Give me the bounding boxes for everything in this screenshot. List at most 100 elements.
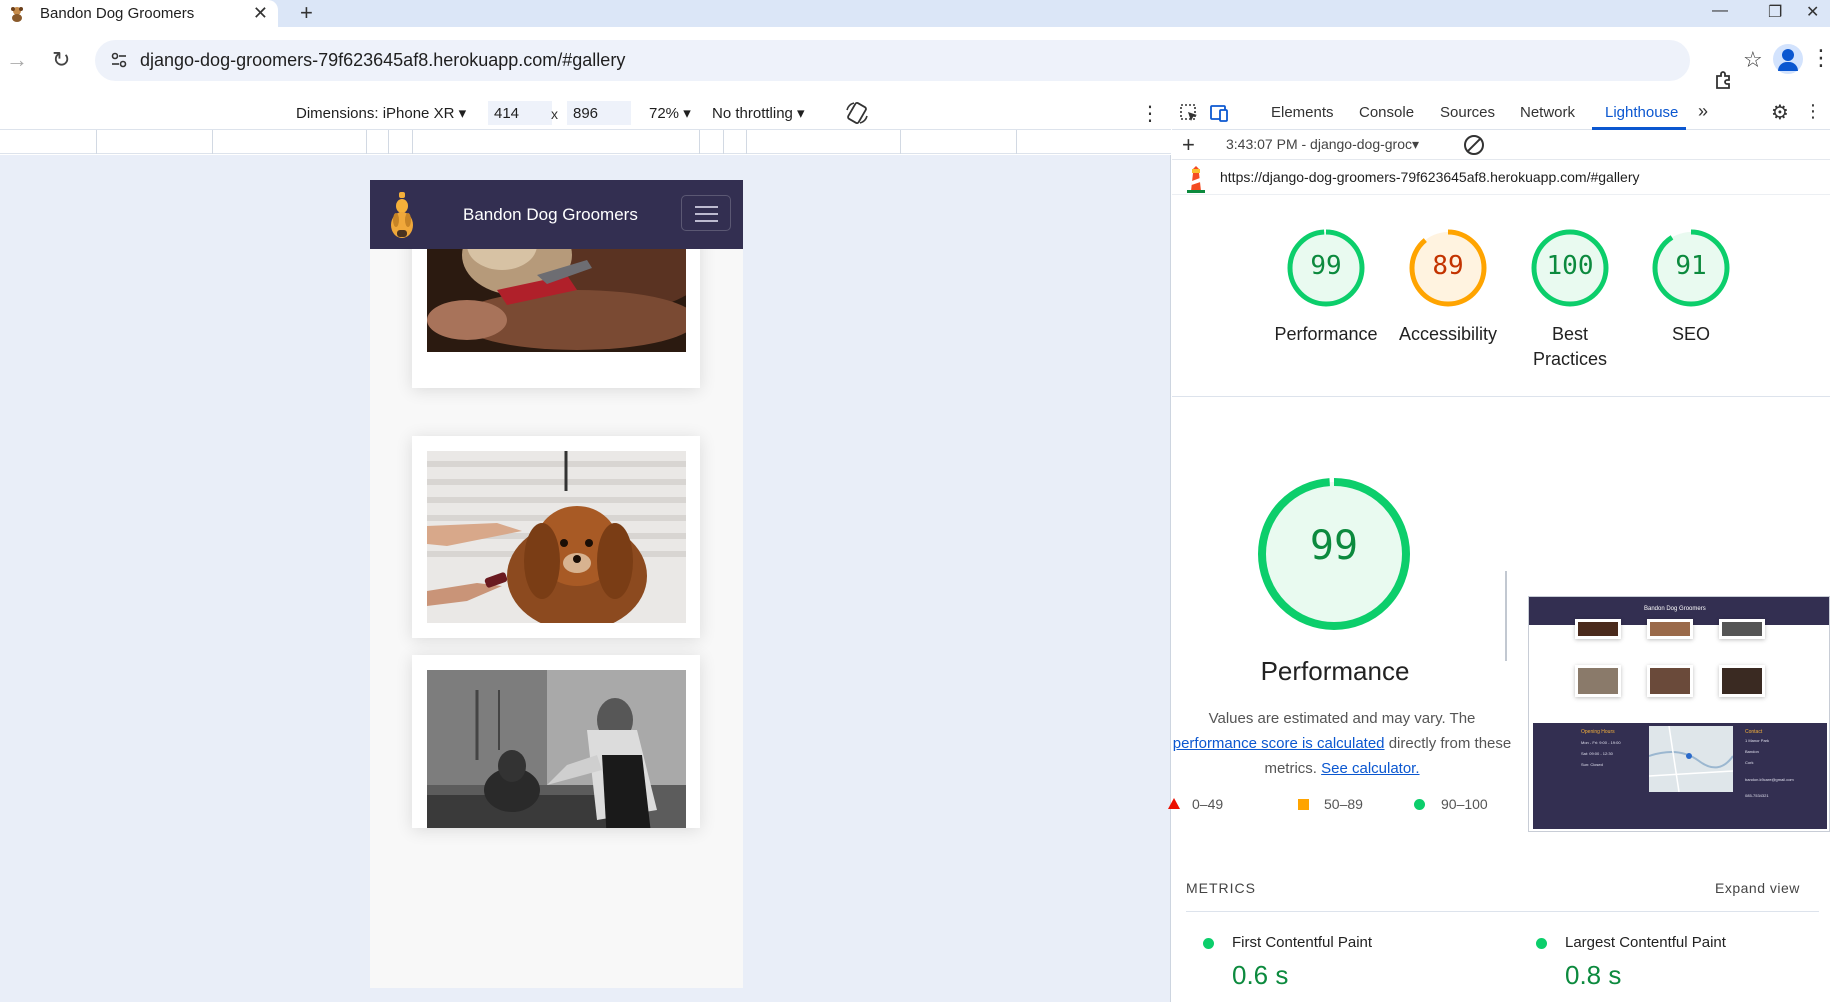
address-bar[interactable]: django-dog-groomers-79f623645af8.herokua… <box>95 40 1763 81</box>
throttling-select-label: No throttling <box>712 105 793 122</box>
device-viewport: Bandon Dog Groomers <box>0 155 1171 1002</box>
legend-fail-label: 0–49 <box>1192 796 1224 812</box>
reload-icon[interactable]: ↻ <box>52 47 70 73</box>
pass-circle-icon <box>1414 799 1425 810</box>
tab-elements[interactable]: Elements <box>1271 104 1334 121</box>
forward-icon[interactable]: → <box>6 47 28 73</box>
tab-console[interactable]: Console <box>1359 104 1414 121</box>
tab-strip: Bandon Dog Groomers ✕ + — ❐ ✕ <box>0 0 1830 27</box>
metric-pass-icon <box>1536 938 1547 949</box>
score-gauge-performance[interactable]: 99 Performance <box>1274 226 1378 344</box>
dog-logo-icon[interactable] <box>388 190 416 240</box>
throttling-select[interactable]: No throttling ▾ <box>712 104 805 122</box>
thumbnail-footer: Opening Hours Mon - Fri: 9:00 - 19:00 Sa… <box>1533 723 1827 829</box>
thumbnail-contact-heading: Contact <box>1745 729 1763 735</box>
description-text: Values are estimated and may vary. The <box>1208 710 1476 727</box>
media-query-ruler <box>0 130 1171 154</box>
report-select[interactable]: 3:43:07 PM - django-dog-groc▾ <box>1226 136 1419 153</box>
legend-average-label: 50–89 <box>1324 796 1363 812</box>
legend-pass-label: 90–100 <box>1441 796 1488 812</box>
expand-view-toggle[interactable]: Expand view <box>1715 880 1800 896</box>
restore-icon[interactable]: ❐ <box>1768 2 1782 22</box>
lighthouse-toolbar: + 3:43:07 PM - django-dog-groc▾ <box>1172 130 1830 160</box>
gallery-card <box>412 655 700 828</box>
thumbnail-text: bandon.k9care@gmail.com <box>1745 777 1794 782</box>
performance-description: Values are estimated and may vary. The p… <box>1172 706 1512 781</box>
gauge-score: 100 <box>1546 251 1594 281</box>
clear-reports-icon[interactable] <box>1464 135 1484 155</box>
minimize-icon[interactable]: — <box>1712 2 1728 20</box>
section-divider <box>1172 396 1830 397</box>
new-report-icon[interactable]: + <box>1182 132 1195 158</box>
metric-lcp-label: Largest Contentful Paint <box>1565 934 1726 951</box>
device-more-icon[interactable]: ⋮ <box>1140 101 1160 126</box>
site-info-icon[interactable] <box>109 50 129 70</box>
gauge-label: SEO <box>1671 324 1710 344</box>
gauge-label: Performance <box>1274 324 1378 344</box>
close-window-icon[interactable]: ✕ <box>1806 2 1819 22</box>
performance-big-score: 99 <box>1309 523 1359 569</box>
rotate-icon[interactable] <box>844 100 870 126</box>
report-url[interactable]: https://django-dog-groomers-79f623645af8… <box>1220 169 1640 185</box>
new-tab-icon[interactable]: + <box>300 0 313 25</box>
gallery-photo-dog-bathing[interactable] <box>427 670 686 828</box>
device-select-label: Dimensions: iPhone XR <box>296 105 455 122</box>
dog-favicon-icon <box>11 6 23 22</box>
url-text: django-dog-groomers-79f623645af8.herokua… <box>140 50 626 70</box>
tab-lighthouse[interactable]: Lighthouse <box>1605 104 1678 121</box>
device-toolbar: Dimensions: iPhone XR ▾ x 72% ▾ No throt… <box>0 96 1171 130</box>
thumbnail-brand: Bandon Dog Groomers <box>1644 606 1706 612</box>
score-calculated-link[interactable]: performance score is calculated <box>1173 735 1385 752</box>
gauge-score: 99 <box>1310 251 1342 281</box>
gallery-photo-spaniel-grooming[interactable] <box>427 451 686 623</box>
see-calculator-link[interactable]: See calculator. <box>1321 760 1419 777</box>
thumbnail-photo <box>1719 665 1765 697</box>
more-tabs-icon[interactable]: » <box>1698 101 1708 122</box>
site-brand[interactable]: Bandon Dog Groomers <box>463 205 638 225</box>
gauge-score: 91 <box>1675 251 1707 281</box>
height-input[interactable] <box>567 101 631 125</box>
devtools-tabbar: Elements Console Sources Network Lightho… <box>1172 96 1830 130</box>
dimension-separator: x <box>551 106 558 122</box>
thumbnail-photo <box>1719 619 1765 639</box>
settings-gear-icon[interactable]: ⚙ <box>1771 100 1789 125</box>
device-select[interactable]: Dimensions: iPhone XR ▾ <box>296 104 466 122</box>
devtools-menu-icon[interactable]: ⋮ <box>1804 101 1822 122</box>
thumbnail-photo <box>1647 619 1693 639</box>
devtools-panel: Elements Console Sources Network Lightho… <box>1168 96 1830 1002</box>
thumbnail-text: Sat: 09:00 - 12:30 <box>1581 751 1613 756</box>
gauge-label: Accessibility <box>1398 324 1498 344</box>
zoom-select[interactable]: 72% ▾ <box>649 104 691 122</box>
hamburger-menu-icon[interactable] <box>681 195 731 231</box>
thumbnail-text: 085-7534321 <box>1745 793 1769 798</box>
metrics-divider <box>1519 911 1819 912</box>
browser-toolbar: → ↻ django-dog-groomers-79f623645af8.her… <box>0 27 1830 93</box>
browser-tab[interactable]: Bandon Dog Groomers ✕ <box>0 0 278 27</box>
fail-triangle-icon <box>1168 798 1180 809</box>
thumbnail-photo <box>1647 665 1693 697</box>
profile-avatar-icon[interactable] <box>1773 44 1803 74</box>
thumbnail-text: Cork <box>1745 760 1754 765</box>
metric-fcp-label: First Contentful Paint <box>1232 934 1373 951</box>
close-tab-icon[interactable]: ✕ <box>253 3 268 24</box>
gauge-label: Best Practices <box>1532 324 1608 369</box>
width-input[interactable] <box>488 101 552 125</box>
device-mode-icon[interactable] <box>1208 102 1230 124</box>
panel-scrollbar[interactable] <box>1505 571 1507 661</box>
site-navbar: Bandon Dog Groomers <box>370 180 743 249</box>
score-gauge-best-practices[interactable]: 100 Best Practices <box>1528 226 1612 369</box>
tab-sources[interactable]: Sources <box>1440 104 1495 121</box>
bookmark-star-icon[interactable]: ☆ <box>1743 47 1763 73</box>
final-screenshot-thumbnail[interactable]: Bandon Dog Groomers Opening Hours Mon - … <box>1528 596 1830 832</box>
emulated-page: Bandon Dog Groomers <box>370 180 743 988</box>
chrome-menu-icon[interactable]: ⋮ <box>1810 45 1830 71</box>
average-square-icon <box>1298 799 1309 810</box>
thumbnail-map <box>1648 725 1734 793</box>
score-gauge-seo[interactable]: 91 SEO <box>1649 226 1733 344</box>
thumbnail-photo <box>1575 619 1621 639</box>
inspect-element-icon[interactable] <box>1178 102 1200 124</box>
tab-network[interactable]: Network <box>1520 104 1575 121</box>
extensions-icon[interactable] <box>1712 69 1736 93</box>
zoom-select-label: 72% <box>649 105 680 122</box>
score-gauge-accessibility[interactable]: 89 Accessibility <box>1399 226 1497 344</box>
